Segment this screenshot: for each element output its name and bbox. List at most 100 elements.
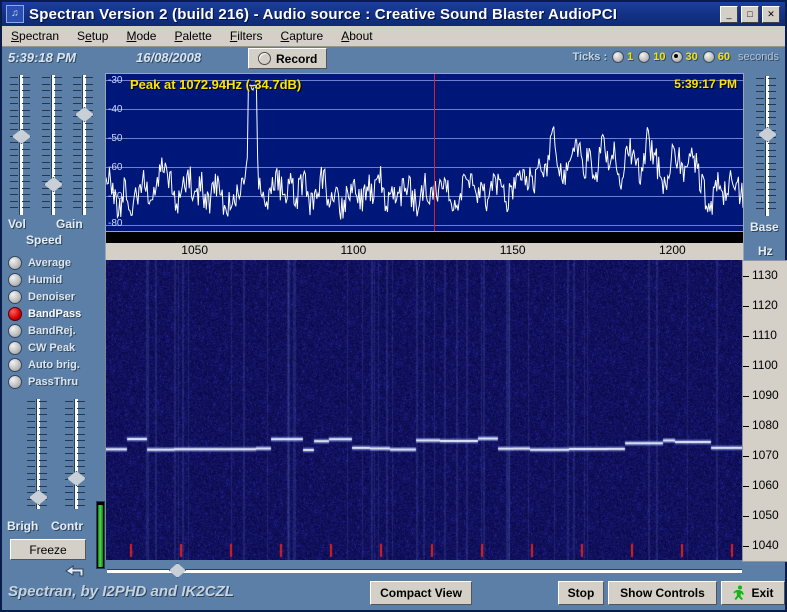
ruler-tick-band: [106, 232, 743, 243]
ruler-tick: [688, 232, 690, 238]
radio-icon: [8, 289, 22, 304]
mode-passthru-label: PassThru: [28, 375, 79, 388]
mode-average[interactable]: Average: [8, 255, 71, 270]
exit-button[interactable]: Exit: [721, 581, 785, 605]
base-slider-label: Base: [750, 220, 779, 234]
ruler-tick: [625, 232, 627, 238]
compact-view-button[interactable]: Compact View: [370, 581, 472, 605]
ticks-option-30[interactable]: 30: [670, 51, 698, 63]
menu-item-setup[interactable]: Setup: [68, 28, 117, 44]
mode-autobrig-label: Auto brig.: [28, 358, 80, 371]
ruler-tick: [370, 232, 372, 238]
waterfall-tick-label: 1110: [752, 328, 777, 342]
ruler-tick: [115, 232, 117, 238]
waterfall-tick-label: 1090: [752, 388, 779, 402]
waterfall-tick-label: 1040: [752, 538, 779, 552]
show-controls-label: Show Controls: [620, 586, 705, 600]
menu-item-capture[interactable]: Capture: [272, 28, 333, 44]
mode-cwpeak[interactable]: CW Peak: [8, 340, 75, 355]
speed-slider[interactable]: [41, 75, 63, 215]
ruler-tick: [402, 232, 404, 238]
peak-readout: Peak at 1072.94Hz (-34.7dB): [130, 77, 302, 92]
status-text: Spectran, by I2PHD and IK2CZL: [8, 583, 234, 600]
spectran-window: ♫ Spectran Version 2 (build 216) - Audio…: [0, 0, 787, 612]
radio-icon: [612, 51, 625, 63]
base-unit-label: Hz: [758, 244, 773, 258]
menu-bar: Spectran Setup Mode Palette Filters Capt…: [2, 26, 785, 47]
ruler-tick: [211, 232, 213, 238]
mode-bandpass[interactable]: BandPass: [8, 306, 81, 321]
show-controls-button[interactable]: Show Controls: [608, 581, 717, 605]
mode-autobrig[interactable]: Auto brig.: [8, 357, 80, 372]
ticks-option-60[interactable]: 60: [702, 51, 730, 63]
radio-icon: [638, 51, 651, 63]
freeze-button-label: Freeze: [29, 542, 67, 557]
level-meter-fill: [98, 505, 103, 567]
ruler-tick: [497, 232, 499, 243]
mode-bandrej[interactable]: BandRej.: [8, 323, 76, 338]
waterfall-tick-label: 1060: [752, 478, 779, 492]
record-dot-icon: [258, 52, 271, 65]
ticks-option-1-label: 1: [627, 51, 634, 63]
waterfall-tick: [743, 486, 749, 487]
mode-average-label: Average: [28, 256, 72, 269]
slider-thumb[interactable]: [169, 563, 186, 578]
ruler-tick: [338, 232, 340, 243]
frequency-ruler: 1050 1100 1150 1200: [105, 231, 744, 262]
waterfall-tick-label: 1100: [752, 358, 778, 372]
app-icon: ♫: [6, 5, 24, 23]
slider-ticks: [64, 399, 86, 509]
spectrum-display[interactable]: -30 -40 -50 -60 -70 -80 Peak at 1072.94H…: [105, 73, 744, 233]
radio-icon: [8, 340, 22, 355]
maximize-button[interactable]: □: [741, 6, 759, 23]
waterfall-tick-label: 1130: [752, 268, 778, 282]
base-slider[interactable]: [755, 76, 777, 216]
compact-view-label: Compact View: [380, 586, 462, 600]
ticks-label: Ticks :: [572, 51, 608, 63]
ruler-tick: [657, 232, 658, 243]
volume-slider[interactable]: [9, 75, 31, 215]
waterfall-tick: [743, 306, 749, 307]
window-buttons: _ □ ✕: [720, 5, 785, 23]
close-button[interactable]: ✕: [762, 6, 780, 23]
mode-passthru[interactable]: PassThru: [8, 374, 78, 389]
ruler-tick: [720, 232, 722, 238]
ruler-tick: [434, 232, 436, 238]
waterfall-position-slider[interactable]: [107, 562, 742, 578]
menu-item-palette[interactable]: Palette: [165, 28, 220, 44]
back-arrow-icon[interactable]: [64, 564, 86, 578]
mode-denoiser[interactable]: Denoiser: [8, 289, 75, 304]
volume-slider-label: Vol: [8, 217, 26, 231]
contrast-slider-label: Contr: [51, 519, 83, 533]
speed-slider-label: Speed: [26, 233, 63, 247]
stop-button[interactable]: Stop: [558, 581, 604, 605]
waterfall-display[interactable]: [105, 260, 744, 560]
brightness-slider-label: Brigh: [7, 519, 39, 533]
menu-item-about[interactable]: About: [332, 28, 381, 44]
stop-label: Stop: [567, 586, 595, 600]
mode-humid[interactable]: Humid: [8, 272, 62, 287]
ticks-radio-group: Ticks : 1 10 30 60 seconds: [572, 51, 779, 63]
menu-item-spectran[interactable]: Spectran: [2, 28, 68, 44]
ruler-tick: [274, 232, 276, 238]
record-button[interactable]: Record: [248, 48, 328, 69]
slider-ticks: [755, 76, 777, 216]
mode-bandrej-label: BandRej.: [28, 324, 76, 337]
mode-humid-label: Humid: [28, 273, 63, 286]
contrast-slider[interactable]: [64, 399, 86, 509]
spectrum-timestamp: 5:39:17 PM: [674, 77, 737, 91]
freeze-button[interactable]: Freeze: [10, 539, 86, 560]
frequency-tick-label: 1200: [659, 243, 686, 257]
menu-item-filters[interactable]: Filters: [221, 28, 272, 44]
ticks-option-1[interactable]: 1: [612, 51, 633, 63]
toolbar: 5:39:18 PM 16/08/2008 Record Ticks : 1 1…: [2, 47, 785, 71]
ticks-option-10[interactable]: 10: [638, 51, 666, 63]
waterfall-tick: [743, 426, 749, 427]
frequency-cursor[interactable]: [434, 74, 435, 232]
ruler-tick: [465, 232, 467, 238]
brightness-slider[interactable]: [26, 399, 48, 509]
menu-item-mode[interactable]: Mode: [117, 28, 165, 44]
minimize-button[interactable]: _: [720, 6, 738, 23]
gain-slider[interactable]: [72, 75, 94, 215]
slider-ticks: [9, 75, 31, 215]
